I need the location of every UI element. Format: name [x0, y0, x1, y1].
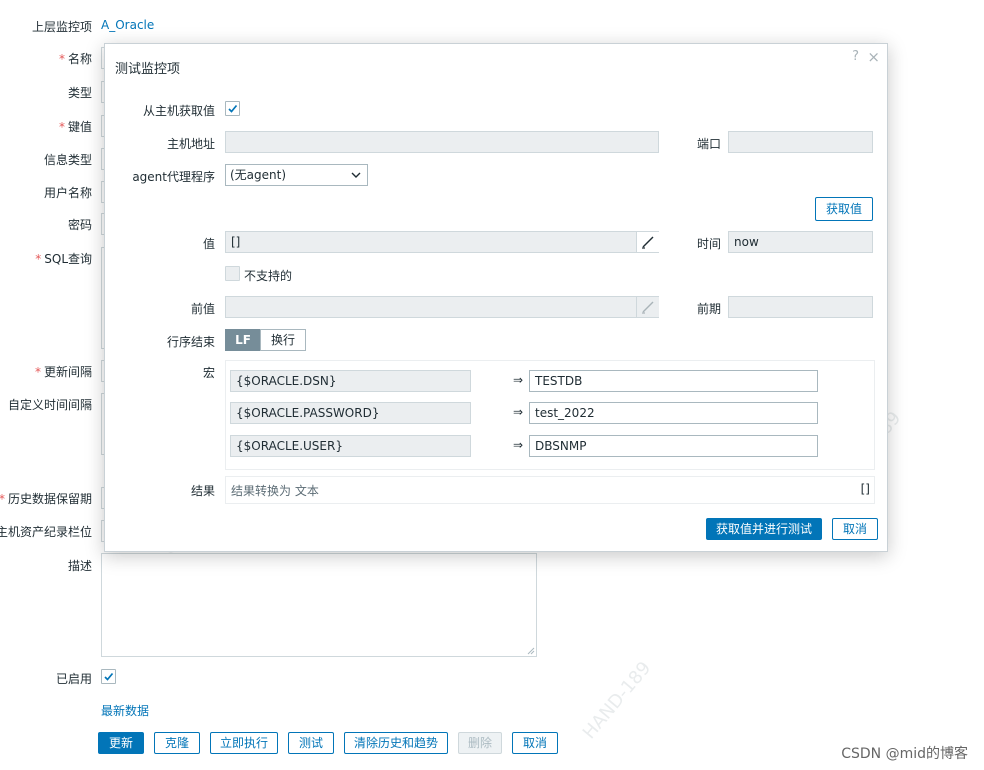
macros-table: {$ORACLE.DSN} ⇒ TESTDB {$ORACLE.PASSWORD…: [225, 360, 875, 470]
enabled-label: 已启用: [55, 672, 92, 686]
username-label: 用户名称: [43, 186, 92, 200]
macro-value-input[interactable]: TESTDB: [529, 370, 818, 392]
result-format-text: 结果转换为 文本: [231, 484, 319, 498]
checkmark-icon: [104, 672, 114, 681]
key-label: * 键值: [58, 120, 92, 134]
not-supported-checkbox[interactable]: [225, 266, 240, 281]
agent-proxy-value: (无agent): [230, 168, 287, 182]
eol-label: 行序结束: [166, 335, 215, 349]
host-address-label: 主机地址: [166, 137, 215, 151]
resize-grip-icon[interactable]: [527, 647, 535, 655]
macro-name: {$ORACLE.PASSWORD}: [230, 402, 471, 424]
description-label: 描述: [67, 559, 92, 573]
inventory-field-label: 主机资产纪录栏位: [0, 525, 92, 539]
get-value-and-test-button[interactable]: 获取值并进行测试: [706, 518, 822, 540]
time-label: 时间: [697, 237, 722, 251]
port-label: 端口: [697, 137, 722, 151]
eol-option-lf[interactable]: LF: [225, 329, 261, 351]
password-label: 密码: [67, 218, 92, 232]
macro-arrow: ⇒: [513, 438, 524, 452]
pencil-icon: [642, 236, 654, 249]
parent-item-label: 上层监控项: [31, 20, 92, 34]
macro-value-input[interactable]: test_2022: [529, 402, 818, 424]
get-from-host-checkbox[interactable]: [225, 101, 240, 116]
result-box: 结果转换为 文本 []: [225, 476, 875, 504]
update-button[interactable]: 更新: [98, 732, 144, 754]
description-textarea[interactable]: [101, 553, 537, 657]
delete-button[interactable]: 删除: [458, 732, 502, 754]
history-label: *历史数据保留期: [0, 492, 92, 506]
info-type-label: 信息类型: [43, 153, 92, 167]
get-value-button[interactable]: 获取值: [815, 197, 873, 221]
macro-arrow: ⇒: [513, 405, 524, 419]
dialog-cancel-button[interactable]: 取消: [832, 518, 878, 540]
macro-value-input[interactable]: DBSNMP: [529, 435, 818, 457]
macro-name: {$ORACLE.USER}: [230, 435, 471, 457]
sql-query-label: * SQL查询: [35, 252, 92, 266]
get-from-host-label: 从主机获取值: [142, 104, 215, 118]
macros-label: 宏: [202, 366, 215, 380]
footer-credit: CSDN @mid的博客: [841, 746, 968, 762]
clear-history-button[interactable]: 清除历史和趋势: [344, 732, 448, 754]
watermark: HAND-189: [578, 657, 656, 744]
port-input[interactable]: [728, 131, 873, 153]
close-icon[interactable]: ×: [867, 48, 880, 66]
latest-data-link[interactable]: 最新数据: [101, 702, 149, 719]
enabled-checkbox[interactable]: [101, 669, 116, 684]
result-value: []: [860, 482, 870, 496]
agent-proxy-label: agent代理程序: [132, 170, 215, 184]
prev-value-label: 前值: [190, 302, 215, 316]
type-label: 类型: [67, 86, 92, 100]
clone-button[interactable]: 克隆: [154, 732, 200, 754]
test-item-dialog: 测试监控项 ? × 从主机获取值 主机地址 端口 agent代理程序 (无age…: [104, 43, 888, 552]
cancel-button[interactable]: 取消: [512, 732, 558, 754]
chevron-down-icon: [351, 172, 361, 178]
prev-value-input[interactable]: [225, 296, 659, 318]
macro-name: {$ORACLE.DSN}: [230, 370, 471, 392]
dialog-title: 测试监控项: [115, 62, 181, 77]
pencil-icon: [642, 301, 654, 314]
value-label: 值: [202, 237, 215, 251]
checkmark-icon: [228, 104, 238, 113]
not-supported-label: 不支持的: [244, 269, 293, 283]
help-icon[interactable]: ?: [852, 49, 859, 64]
macro-arrow: ⇒: [513, 373, 524, 387]
execute-now-button[interactable]: 立即执行: [210, 732, 278, 754]
host-address-input[interactable]: [225, 131, 659, 153]
value-input[interactable]: []: [225, 231, 659, 253]
prev-time-input[interactable]: [728, 296, 873, 318]
test-button[interactable]: 测试: [288, 732, 334, 754]
result-label: 结果: [190, 484, 215, 498]
value-edit-button[interactable]: [636, 232, 659, 252]
prev-time-label: 前期: [697, 302, 722, 316]
eol-option-crlf[interactable]: 换行: [260, 329, 306, 351]
time-input[interactable]: now: [728, 231, 873, 253]
prev-value-edit-button[interactable]: [636, 297, 659, 317]
agent-proxy-select[interactable]: (无agent): [225, 164, 368, 186]
name-label: * 名称: [58, 52, 92, 66]
value-text: []: [231, 235, 241, 249]
parent-item-link[interactable]: A_Oracle: [101, 18, 154, 32]
custom-interval-label: 自定义时间间隔: [7, 398, 92, 412]
update-interval-label: * 更新间隔: [34, 365, 92, 379]
